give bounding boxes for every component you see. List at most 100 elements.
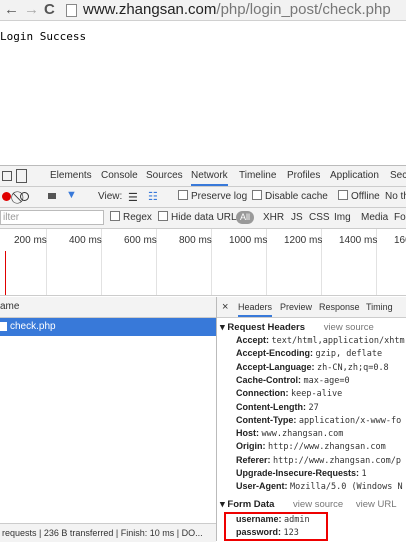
header-value: zh-CN,zh;q=0.8 bbox=[317, 362, 389, 373]
header-value: 1 bbox=[361, 469, 367, 479]
throttling-select[interactable]: No th bbox=[385, 187, 406, 207]
header-key: Accept-Language: bbox=[236, 361, 315, 372]
hide-data-urls-checkbox[interactable]: Hide data URLs bbox=[158, 208, 242, 228]
url-field[interactable]: www.zhangsan.com/php/login_post/check.ph… bbox=[83, 1, 391, 19]
form-field-key: password: bbox=[236, 527, 282, 537]
request-header-line: Cache-Control: max-age=0 bbox=[236, 375, 350, 386]
timeline-tick-label: 1000 ms bbox=[229, 235, 268, 246]
overview-icon[interactable]: ☷ bbox=[148, 190, 158, 203]
back-icon[interactable]: ← bbox=[4, 1, 19, 19]
disable-cache-checkbox[interactable]: Disable cache bbox=[252, 187, 328, 207]
expand-triangle-icon: ▾ bbox=[220, 322, 225, 333]
type-filter-font[interactable]: Fo bbox=[394, 208, 406, 228]
tab-sources[interactable]: Sources bbox=[146, 166, 183, 186]
header-value: application/x-www-fo bbox=[298, 415, 402, 426]
header-key: Upgrade-Insecure-Requests: bbox=[236, 468, 360, 478]
type-filter-js[interactable]: JS bbox=[291, 208, 303, 228]
name-column-header: ame bbox=[0, 301, 20, 312]
filter-bar: ilter Regex Hide data URLs All XHR JS CS… bbox=[0, 208, 406, 229]
hide-data-urls-label: Hide data URLs bbox=[171, 212, 242, 223]
request-header-line: Connection: keep-alive bbox=[236, 388, 342, 399]
view-source-link[interactable]: view source bbox=[324, 322, 374, 333]
timeline-tick-label: 800 ms bbox=[179, 235, 212, 246]
filter-input[interactable]: ilter bbox=[0, 210, 104, 225]
forward-icon[interactable]: → bbox=[24, 1, 39, 19]
expand-triangle-icon: ▾ bbox=[220, 499, 225, 510]
header-value: Mozilla/5.0 (Windows N bbox=[290, 482, 403, 493]
header-key: Accept: bbox=[236, 335, 270, 345]
tab-headers[interactable]: Headers bbox=[238, 297, 273, 317]
form-field-value: admin bbox=[284, 515, 310, 525]
large-rows-icon[interactable]: ☰ bbox=[128, 191, 138, 204]
request-headers-section[interactable]: ▾ Request Headers view source bbox=[220, 322, 374, 333]
header-key: Cache-Control: bbox=[236, 374, 301, 385]
tab-security[interactable]: Secu bbox=[390, 166, 406, 186]
form-field-password: password: 123 bbox=[236, 527, 299, 538]
tab-response[interactable]: Response bbox=[319, 297, 360, 317]
type-filter-img[interactable]: Img bbox=[334, 208, 351, 228]
panel-divider[interactable] bbox=[216, 297, 217, 541]
header-value: text/html,application/xhtm bbox=[271, 336, 405, 346]
form-data-title: Form Data bbox=[227, 499, 275, 510]
header-value: keep-alive bbox=[291, 389, 343, 400]
offline-label: Offline bbox=[351, 191, 380, 202]
form-field-value: 123 bbox=[283, 528, 299, 538]
header-value: 27 bbox=[308, 402, 319, 413]
tab-elements[interactable]: Elements bbox=[50, 166, 92, 186]
address-bar: ← → C www.zhangsan.com/php/login_post/ch… bbox=[0, 0, 406, 21]
network-toolbar: ⃠ ▼ View: ☰ ☷ Preserve log Disable cache… bbox=[0, 187, 406, 208]
header-value: max-age=0 bbox=[303, 375, 350, 386]
url-domain: www.zhangsan.com bbox=[83, 1, 217, 18]
type-filter-all[interactable]: All bbox=[236, 211, 255, 224]
clear-icon-ring bbox=[20, 192, 29, 201]
request-header-line: User-Agent: Mozilla/5.0 (Windows N bbox=[236, 481, 403, 492]
close-detail-icon[interactable]: × bbox=[222, 297, 228, 317]
timeline-overview[interactable]: 200 ms 400 ms 600 ms 800 ms 1000 ms 1200… bbox=[0, 229, 406, 296]
header-key: Referer: bbox=[236, 454, 271, 465]
filter-icon[interactable]: ▼ bbox=[66, 189, 77, 201]
page-icon bbox=[66, 4, 77, 17]
view-url-link[interactable]: view URL bbox=[356, 499, 397, 510]
header-key: Connection: bbox=[236, 388, 289, 399]
header-key: Content-Length: bbox=[236, 401, 306, 412]
reload-icon[interactable]: C bbox=[44, 1, 55, 19]
header-value: http://www.zhangsan.com/p bbox=[273, 455, 401, 466]
tab-console[interactable]: Console bbox=[101, 166, 138, 186]
request-header-line: Content-Type: application/x-www-fo bbox=[236, 415, 401, 426]
devtools-tab-bar: Elements Console Sources Network Timelin… bbox=[0, 166, 406, 187]
request-list-header[interactable]: ame bbox=[0, 297, 216, 318]
tab-timing[interactable]: Timing bbox=[366, 297, 393, 317]
disable-cache-label: Disable cache bbox=[265, 191, 328, 202]
tab-profiles[interactable]: Profiles bbox=[287, 166, 320, 186]
status-bar: requests | 236 B transferred | Finish: 1… bbox=[0, 523, 216, 542]
tab-network[interactable]: Network bbox=[191, 166, 228, 186]
request-file-name: check.php bbox=[10, 321, 56, 332]
file-icon bbox=[0, 322, 7, 331]
timeline-tick-label: 160 bbox=[394, 235, 406, 246]
camera-icon[interactable] bbox=[48, 193, 56, 199]
preserve-log-checkbox[interactable]: Preserve log bbox=[178, 187, 247, 207]
tab-timeline[interactable]: Timeline bbox=[239, 166, 276, 186]
timeline-tick-label: 600 ms bbox=[124, 235, 157, 246]
type-filter-css[interactable]: CSS bbox=[309, 208, 330, 228]
offline-checkbox[interactable]: Offline bbox=[338, 187, 380, 207]
regex-checkbox[interactable]: Regex bbox=[110, 208, 152, 228]
form-field-key: username: bbox=[236, 514, 282, 524]
page-body-text: Login Success bbox=[0, 30, 87, 43]
preserve-log-label: Preserve log bbox=[191, 191, 248, 202]
type-filter-xhr[interactable]: XHR bbox=[263, 208, 284, 228]
tab-preview[interactable]: Preview bbox=[280, 297, 312, 317]
request-header-line: Accept-Encoding: gzip, deflate bbox=[236, 348, 382, 359]
request-row-selected[interactable]: check.php bbox=[0, 318, 216, 336]
request-header-line: Host: www.zhangsan.com bbox=[236, 428, 343, 439]
header-key: User-Agent: bbox=[236, 481, 288, 492]
type-filter-media[interactable]: Media bbox=[361, 208, 388, 228]
inspect-icon[interactable] bbox=[2, 171, 12, 181]
load-event-marker bbox=[5, 251, 6, 295]
tab-application[interactable]: Application bbox=[330, 166, 379, 186]
view-source-link[interactable]: view source bbox=[293, 499, 343, 510]
request-header-line: Accept-Language: zh-CN,zh;q=0.8 bbox=[236, 362, 389, 373]
form-data-section[interactable]: ▾ Form Data view source view URL bbox=[220, 499, 397, 510]
device-mode-icon[interactable] bbox=[16, 169, 27, 183]
record-icon[interactable] bbox=[2, 192, 11, 201]
